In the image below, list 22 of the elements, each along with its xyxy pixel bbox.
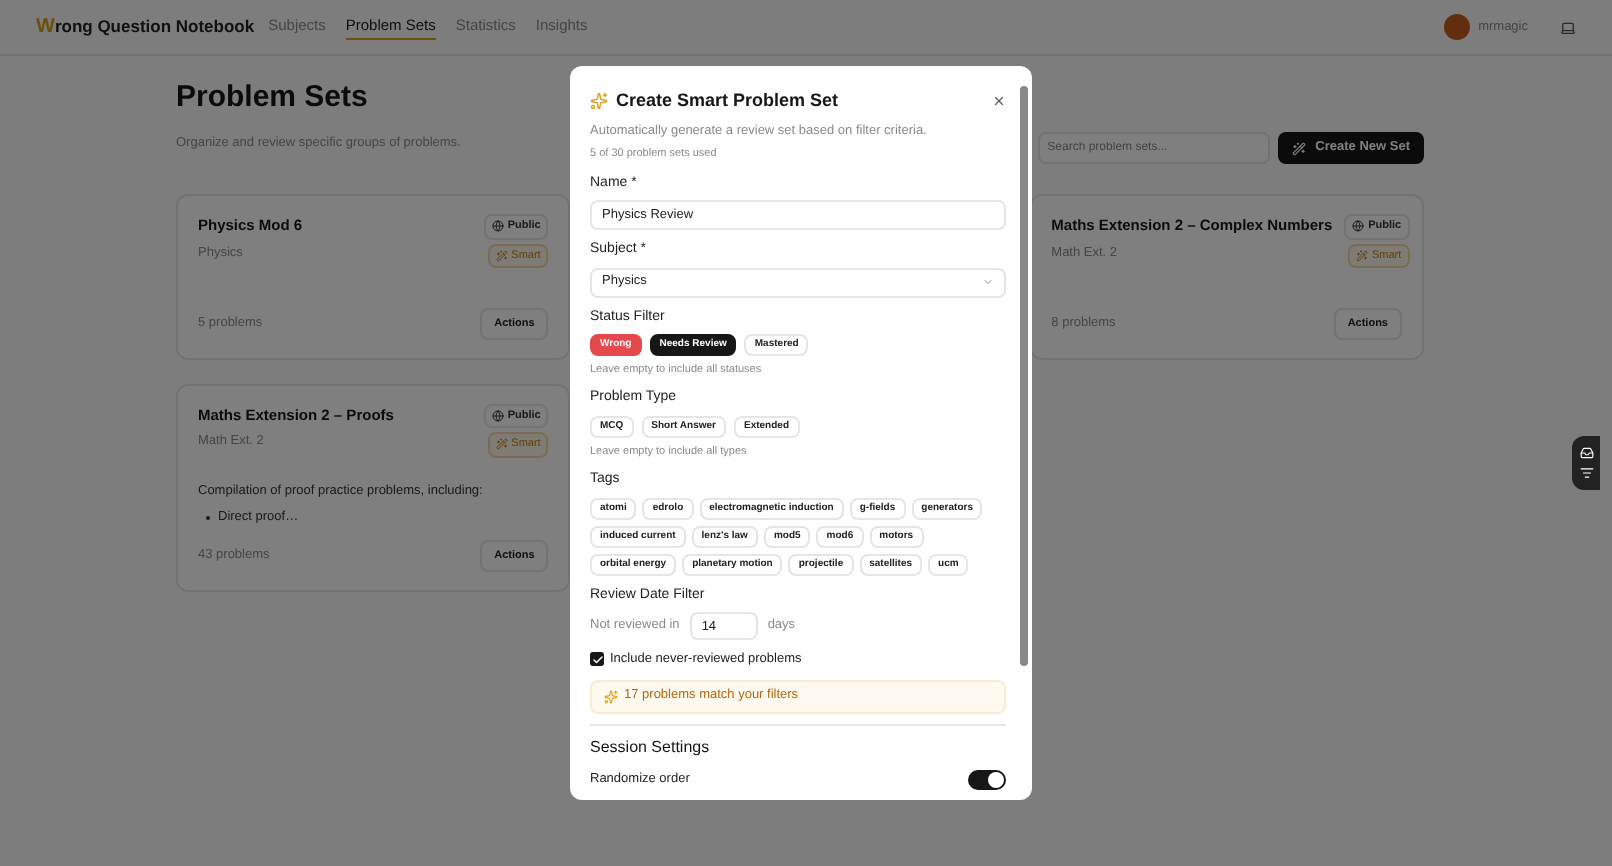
section-title: Session Settings (590, 735, 712, 760)
list-icon[interactable] (1579, 466, 1593, 480)
wand-icon (1291, 141, 1306, 156)
wand-icon (495, 249, 508, 262)
avatar[interactable] (1444, 14, 1471, 40)
checkbox[interactable] (590, 652, 604, 667)
wand-icon (495, 438, 508, 451)
sparkles-icon (604, 689, 618, 704)
close-icon[interactable] (992, 94, 1006, 109)
globe-icon (1352, 220, 1365, 233)
globe-icon (491, 220, 504, 233)
sparkles-icon (590, 92, 608, 111)
chevron-down-icon (982, 276, 994, 288)
globe-icon (491, 410, 504, 423)
side-widget[interactable] (1572, 436, 1600, 490)
wand-icon (1355, 249, 1368, 262)
dialog-title: Create Smart Problem Set (616, 88, 839, 114)
toggle-switch[interactable] (968, 769, 1006, 790)
inbox-icon[interactable] (1579, 446, 1593, 460)
app-logo[interactable]: Wrong Question Notebook (36, 12, 255, 42)
page-title: Problem Sets (176, 78, 370, 118)
laptop-icon[interactable] (1560, 19, 1576, 35)
